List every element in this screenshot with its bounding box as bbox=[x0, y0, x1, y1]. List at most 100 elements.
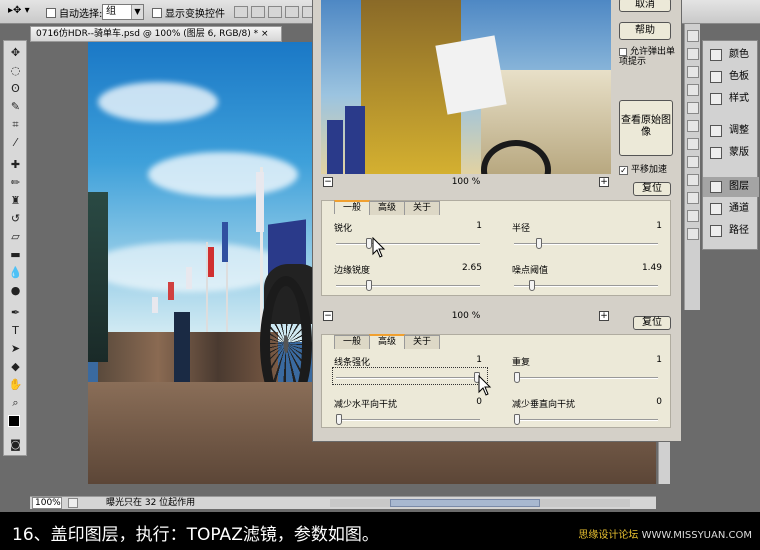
edge-sharpness-slider-thumb[interactable] bbox=[366, 280, 373, 291]
move-tool-icon[interactable]: ✥ bbox=[7, 45, 24, 60]
zoom-field[interactable]: 100% bbox=[32, 497, 62, 509]
panel-swatches[interactable]: 色板 bbox=[703, 67, 759, 87]
panel-button-icon[interactable] bbox=[687, 84, 699, 96]
cancel-button[interactable]: 取消 bbox=[619, 0, 671, 12]
marquee-tool-icon[interactable]: ◌ bbox=[7, 63, 24, 78]
reset-button-2[interactable]: 复位 bbox=[633, 316, 671, 330]
vertical-noise-slider-thumb[interactable] bbox=[514, 414, 520, 425]
document-tab[interactable]: 0716仿HDR--骑单车.psd @ 100% (图层 6, RGB/8) *… bbox=[30, 26, 282, 42]
color-icon bbox=[710, 49, 722, 61]
view-original-button[interactable]: 查看原始图像 bbox=[619, 100, 673, 156]
dodge-tool-icon[interactable]: ● bbox=[7, 283, 24, 298]
panel-button-icon[interactable] bbox=[687, 210, 699, 222]
align-middle-icon[interactable] bbox=[251, 6, 265, 18]
noise-threshold-slider[interactable] bbox=[514, 285, 658, 287]
quick-mask-icon[interactable]: ◙ bbox=[7, 437, 24, 452]
eraser-tool-icon[interactable]: ▱ bbox=[7, 229, 24, 244]
horizontal-noise-label: 减少水平向干扰 bbox=[334, 400, 398, 410]
path-select-icon[interactable]: ➤ bbox=[7, 341, 24, 356]
stamp-tool-icon[interactable]: ♜ bbox=[7, 193, 24, 208]
zoom-tool-icon[interactable]: ⌕ bbox=[7, 395, 24, 410]
shape-tool-icon[interactable]: ◆ bbox=[7, 359, 24, 374]
edge-sharpness-value: 2.65 bbox=[461, 263, 482, 273]
zoom-out-icon[interactable]: − bbox=[323, 311, 333, 321]
panel-button-icon[interactable] bbox=[687, 30, 699, 42]
edge-sharpness-slider[interactable] bbox=[336, 285, 480, 287]
type-tool-icon[interactable]: T bbox=[7, 323, 24, 338]
tab-about[interactable]: 关于 bbox=[404, 335, 441, 349]
panel-dock: 颜色 色板 样式 调整 蒙版 图层 通道 路径 bbox=[702, 40, 759, 250]
zoom-out-icon[interactable]: − bbox=[323, 177, 333, 187]
noise-threshold-slider-thumb[interactable] bbox=[529, 280, 536, 291]
brush-tool-icon[interactable]: ✏ bbox=[7, 175, 24, 190]
repeat-slider-thumb[interactable] bbox=[514, 372, 520, 383]
history-brush-icon[interactable]: ↺ bbox=[7, 211, 24, 226]
panel-button-icon[interactable] bbox=[687, 156, 699, 168]
vertical-noise-slider[interactable] bbox=[514, 419, 658, 421]
document-title: 0716仿HDR--骑单车.psd @ 100% (图层 6, RGB/8) * bbox=[36, 29, 259, 39]
move-tool-icon[interactable]: ▸✥ ▾ bbox=[8, 5, 30, 16]
align-bottom-icon[interactable] bbox=[268, 6, 282, 18]
panel-channels[interactable]: 通道 bbox=[703, 199, 759, 219]
repeat-slider[interactable] bbox=[514, 377, 658, 379]
panel-button-icon[interactable] bbox=[687, 174, 699, 186]
panel-paths[interactable]: 路径 bbox=[703, 221, 759, 241]
reset-button[interactable]: 复位 bbox=[633, 182, 671, 196]
auto-select-dropdown[interactable]: 组 ▼ bbox=[102, 4, 144, 20]
noise-threshold-value: 1.49 bbox=[641, 263, 662, 273]
foreground-color-swatch[interactable] bbox=[8, 415, 20, 427]
panel-button-icon[interactable] bbox=[687, 48, 699, 60]
pan-accel-option[interactable]: ✓ 平移加速 bbox=[619, 162, 667, 175]
show-transform-checkbox[interactable]: 显示变换控件 bbox=[152, 5, 225, 20]
panel-color[interactable]: 颜色 bbox=[703, 45, 759, 65]
horizontal-noise-slider[interactable] bbox=[336, 419, 480, 421]
auto-select-checkbox[interactable]: 自动选择: bbox=[46, 5, 102, 20]
panel-button-icon[interactable] bbox=[687, 102, 699, 114]
close-icon[interactable]: × bbox=[261, 29, 269, 39]
tab-advanced[interactable]: 高级 bbox=[369, 334, 406, 348]
zoom-in-icon[interactable]: + bbox=[599, 177, 609, 187]
tab-about[interactable]: 关于 bbox=[404, 201, 441, 215]
flag bbox=[152, 297, 158, 313]
horizontal-noise-slider-thumb[interactable] bbox=[336, 414, 342, 425]
scrollbar-thumb[interactable] bbox=[390, 499, 540, 507]
align-top-icon[interactable] bbox=[234, 6, 248, 18]
panel-button-icon[interactable] bbox=[687, 66, 699, 78]
chevron-down-icon: ▼ bbox=[131, 5, 143, 19]
person-image bbox=[88, 192, 108, 362]
auto-select-value: 组 bbox=[106, 6, 116, 17]
healing-brush-icon[interactable]: ✚ bbox=[7, 157, 24, 172]
tab-general[interactable]: 一般 bbox=[334, 335, 371, 349]
zoom-in-icon[interactable]: + bbox=[599, 311, 609, 321]
tab-advanced[interactable]: 高级 bbox=[369, 201, 406, 215]
panel-layers[interactable]: 图层 bbox=[703, 177, 759, 197]
line-enhance-slider[interactable] bbox=[336, 377, 480, 379]
tutorial-caption: 16、盖印图层，执行：TOPAZ滤镜，参数如图。 思缘设计论坛 WWW.MISS… bbox=[0, 512, 760, 550]
panel-adjustments[interactable]: 调整 bbox=[703, 121, 759, 141]
allow-popup-option[interactable]: 允许弹出单项提示 bbox=[619, 47, 677, 67]
panel-styles[interactable]: 样式 bbox=[703, 89, 759, 109]
eyedropper-icon[interactable]: ⁄ bbox=[7, 135, 24, 150]
horizontal-scrollbar[interactable] bbox=[330, 499, 630, 507]
align-buttons[interactable] bbox=[234, 6, 319, 21]
gradient-tool-icon[interactable]: ▬ bbox=[7, 247, 24, 262]
blur-tool-icon[interactable]: 💧 bbox=[7, 265, 24, 280]
filter-preview[interactable] bbox=[321, 0, 611, 174]
pen-tool-icon[interactable]: ✒ bbox=[7, 305, 24, 320]
lasso-tool-icon[interactable]: ʘ bbox=[7, 81, 24, 96]
radius-slider-thumb[interactable] bbox=[536, 238, 543, 249]
quick-select-icon[interactable]: ✎ bbox=[7, 99, 24, 114]
sharpen-slider[interactable] bbox=[336, 243, 480, 245]
align-left-icon[interactable] bbox=[285, 6, 299, 18]
panel-button-icon[interactable] bbox=[687, 228, 699, 240]
hand-tool-icon[interactable]: ✋ bbox=[7, 377, 24, 392]
panel-button-icon[interactable] bbox=[687, 192, 699, 204]
help-button[interactable]: 帮助 bbox=[619, 22, 671, 40]
panel-button-icon[interactable] bbox=[687, 120, 699, 132]
layers-icon bbox=[710, 181, 722, 193]
info-icon[interactable] bbox=[68, 498, 78, 508]
panel-masks[interactable]: 蒙版 bbox=[703, 143, 759, 163]
panel-button-icon[interactable] bbox=[687, 138, 699, 150]
tab-general[interactable]: 一般 bbox=[334, 200, 371, 214]
crop-tool-icon[interactable]: ⌗ bbox=[7, 117, 24, 132]
